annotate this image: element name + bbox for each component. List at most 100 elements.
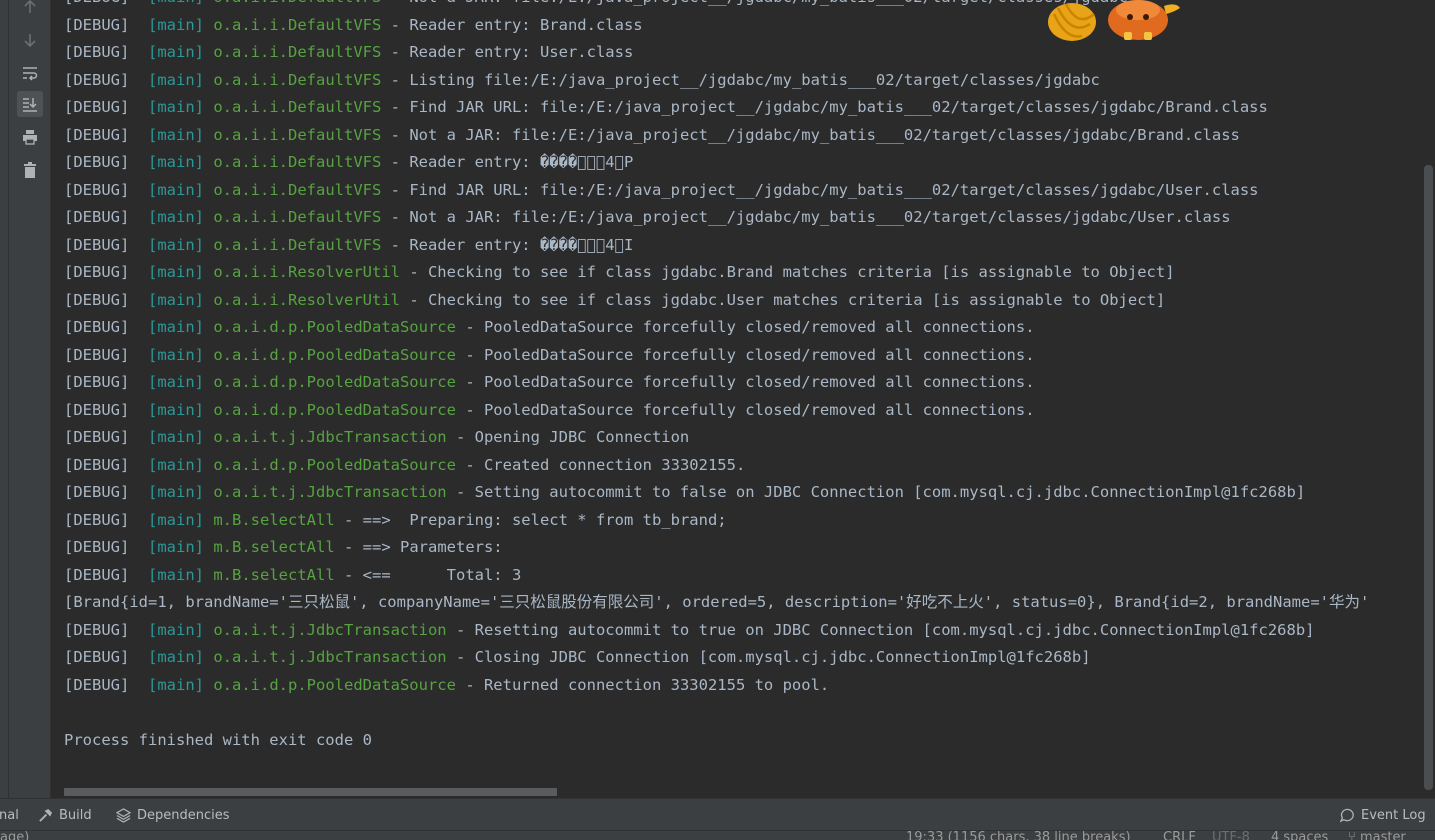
log-message: - PooledDataSource forcefully closed/rem… [455, 345, 1035, 364]
log-message: - Not a JAR: file:/E:/java_project__/jgd… [381, 125, 1240, 144]
log-logger: o.a.i.i.DefaultVFS [213, 15, 382, 34]
soft-wrap-icon [23, 67, 38, 81]
log-thread: [main] [148, 0, 204, 6]
log-message: - Find JAR URL: file:/E:/java_project__/… [381, 98, 1268, 116]
log-line: [DEBUG] [main] o.a.i.i.DefaultVFS - Not … [64, 204, 1369, 232]
log-message: - Listing file:/E:/java_project__/jgdabc… [381, 70, 1100, 89]
log-level: [DEBUG] [64, 208, 130, 226]
log-logger: o.a.i.i.DefaultVFS [213, 235, 382, 254]
log-message: - PooledDataSource forcefully closed/rem… [455, 318, 1035, 336]
log-logger: o.a.i.i.DefaultVFS [213, 98, 382, 116]
log-level: [DEBUG] [64, 43, 130, 61]
output-line: Process finished with exit code 0 [64, 727, 1369, 755]
log-line: [DEBUG] [main] o.a.i.i.DefaultVFS - Find… [64, 177, 1369, 205]
log-thread: [main] [148, 263, 204, 281]
log-message: - ==> Parameters: [334, 538, 512, 556]
log-logger: o.a.i.i.DefaultVFS [213, 0, 381, 6]
log-logger: m.B.selectAll [213, 510, 335, 529]
log-line: [DEBUG] [main] o.a.i.t.j.JdbcTransaction… [64, 479, 1369, 507]
log-line: [DEBUG] [main] o.a.i.t.j.JdbcTransaction… [64, 644, 1369, 672]
log-thread: [main] [148, 565, 204, 584]
log-level: [DEBUG] [64, 400, 130, 419]
log-line: [DEBUG] [main] o.a.i.d.p.PooledDataSourc… [64, 314, 1369, 342]
log-message: - Closing JDBC Connection [com.mysql.cj.… [446, 648, 1091, 666]
log-logger: o.a.i.i.DefaultVFS [213, 208, 382, 226]
log-logger: o.a.i.d.p.PooledDataSource [213, 400, 456, 419]
log-thread: [main] [148, 373, 204, 391]
log-message: - Reader entry: User.class [381, 43, 634, 61]
terminal-tab-label: nal [0, 807, 19, 823]
up-button[interactable] [17, 0, 43, 20]
log-logger: o.a.i.d.p.PooledDataSource [213, 318, 456, 336]
log-thread: [main] [148, 98, 204, 116]
clear-all-button[interactable] [17, 157, 43, 183]
dependencies-icon [116, 807, 131, 823]
log-level: [DEBUG] [64, 180, 130, 199]
log-level: [DEBUG] [64, 263, 130, 281]
log-level: [DEBUG] [64, 428, 130, 446]
horizontal-scrollbar[interactable] [64, 788, 557, 796]
log-message: - ==> Preparing: select * from tb_brand; [334, 510, 727, 529]
log-thread: [main] [148, 70, 204, 89]
log-level: [DEBUG] [64, 455, 130, 474]
dependencies-tab-label: Dependencies [137, 807, 230, 823]
terminal-tab[interactable]: nal [0, 799, 19, 831]
log-message: - Setting autocommit to false on JDBC Co… [446, 483, 1306, 501]
log-level: [DEBUG] [64, 483, 130, 501]
build-tab[interactable]: Build [38, 799, 92, 831]
log-logger: m.B.selectAll [213, 565, 335, 584]
log-line: [DEBUG] [main] o.a.i.i.ResolverUtil - Ch… [64, 287, 1369, 315]
soft-wrap-button[interactable] [17, 60, 43, 86]
log-line: [DEBUG] [main] o.a.i.i.DefaultVFS - Read… [64, 39, 1369, 67]
log-message: - Reader entry: ����   4 I [381, 235, 634, 254]
trash-icon [24, 162, 36, 178]
log-line: [DEBUG] [main] o.a.i.d.p.PooledDataSourc… [64, 452, 1369, 480]
log-logger: o.a.i.t.j.JdbcTransaction [213, 620, 447, 639]
log-logger: o.a.i.d.p.PooledDataSource [213, 345, 456, 364]
log-line: [DEBUG] [main] o.a.i.i.ResolverUtil - Ch… [64, 259, 1369, 287]
log-message: - Created connection 33302155. [455, 455, 746, 474]
mascot-sticker-icon [1048, 0, 1180, 41]
event-log-icon [1340, 808, 1354, 822]
log-logger: o.a.i.t.j.JdbcTransaction [213, 428, 447, 446]
event-log-tab[interactable]: Event Log [1340, 799, 1426, 831]
arrow-up-icon [24, 0, 36, 13]
log-logger: m.B.selectAll [213, 538, 335, 556]
event-log-tab-label: Event Log [1361, 807, 1426, 823]
dependencies-tab[interactable]: Dependencies [116, 799, 230, 831]
log-line: [DEBUG] [main] m.B.selectAll - ==> Param… [64, 534, 1369, 562]
log-thread: [main] [148, 153, 204, 171]
log-logger: o.a.i.d.p.PooledDataSource [213, 373, 456, 391]
log-logger: o.a.i.i.ResolverUtil [213, 290, 400, 309]
scroll-to-end-button[interactable] [17, 91, 43, 117]
vertical-scrollbar[interactable] [1424, 165, 1433, 790]
down-button[interactable] [17, 27, 43, 53]
log-message: - <== Total: 3 [334, 565, 522, 584]
log-message: - Not a JAR: file:/E:/java_project__/jgd… [381, 0, 1128, 6]
log-thread: [main] [148, 318, 204, 336]
log-line: [DEBUG] [main] o.a.i.i.DefaultVFS - Find… [64, 94, 1369, 122]
log-message: - Returned connection 33302155 to pool. [455, 675, 830, 694]
log-thread: [main] [148, 235, 204, 254]
output-line: [Brand{id=1, brandName='三只松鼠', companyNa… [64, 589, 1369, 617]
log-thread: [main] [148, 345, 204, 364]
log-level: [DEBUG] [64, 290, 130, 309]
log-level: [DEBUG] [64, 373, 130, 391]
log-logger: o.a.i.i.DefaultVFS [213, 125, 382, 144]
log-level: [DEBUG] [64, 235, 130, 254]
log-level: [DEBUG] [64, 648, 130, 666]
log-thread: [main] [148, 400, 204, 419]
log-message: - Find JAR URL: file:/E:/java_project__/… [381, 180, 1259, 199]
log-line: [DEBUG] [main] o.a.i.t.j.JdbcTransaction… [64, 424, 1369, 452]
log-line: [DEBUG] [main] o.a.i.d.p.PooledDataSourc… [64, 369, 1369, 397]
left-tool-strip [0, 0, 9, 798]
run-console[interactable]: [DEBUG] [main] o.a.i.i.DefaultVFS - Not … [51, 0, 1435, 798]
log-message: - PooledDataSource forcefully closed/rem… [455, 373, 1035, 391]
log-level: [DEBUG] [64, 510, 130, 529]
log-level: [DEBUG] [64, 125, 130, 144]
log-logger: o.a.i.i.ResolverUtil [213, 263, 400, 281]
log-logger: o.a.i.i.DefaultVFS [213, 180, 382, 199]
log-thread: [main] [148, 43, 204, 61]
log-thread: [main] [148, 538, 204, 556]
print-button[interactable] [17, 124, 43, 150]
